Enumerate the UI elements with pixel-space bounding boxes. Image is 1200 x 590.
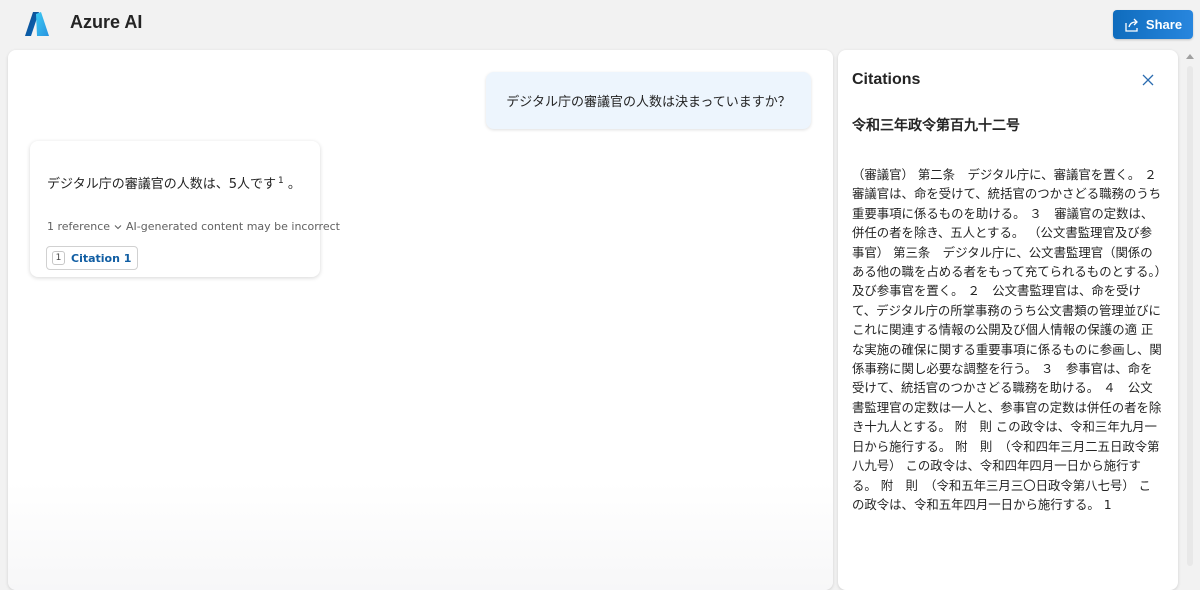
share-button[interactable]: Share <box>1113 10 1193 39</box>
user-message-text: デジタル庁の審議官の人数は決まっていますか？ <box>506 95 791 110</box>
share-icon <box>1125 18 1138 32</box>
scrollbar[interactable] <box>1184 50 1196 582</box>
reference-count[interactable]: 1 reference <box>47 220 110 233</box>
citation-number: 1 <box>52 251 65 265</box>
citation-button[interactable]: 1 Citation 1 <box>46 246 139 270</box>
ai-disclaimer: AI-generated content may be incorrect <box>126 220 340 233</box>
answer-body: デジタル庁の審議官の人数は、5人です <box>47 177 277 192</box>
citation-marker[interactable]: 1 <box>278 176 284 186</box>
citation-label: Citation 1 <box>71 251 132 265</box>
document-title: 令和三年政令第百九十二号 <box>852 118 1020 134</box>
answer-card: デジタル庁の審議官の人数は、5人です 1 。 1 reference AI-gen… <box>30 141 340 277</box>
chat-panel: デジタル庁の審議官の人数は決まっていますか？ デジタル庁の審議官の人数は、5人で… <box>8 50 833 590</box>
answer-trailing: 。 <box>287 177 301 192</box>
app-title: Azure AI <box>70 12 143 32</box>
azure-logo-icon[interactable] <box>24 11 50 37</box>
chevron-down-icon[interactable] <box>113 222 123 232</box>
share-label: Share <box>1145 17 1183 32</box>
reference-line: 1 reference AI-generated content may be … <box>47 220 340 233</box>
citations-title: Citations <box>852 71 921 88</box>
user-message: デジタル庁の審議官の人数は決まっていますか？ <box>486 72 811 129</box>
scroll-up-arrow-icon[interactable] <box>1186 54 1194 59</box>
document-body: （審議官） 第二条 デジタル庁に、審議官を置く。 ２ 審議官は、命を受けて、統括… <box>852 167 1170 512</box>
scrollbar-thumb[interactable] <box>1187 66 1193 566</box>
close-icon[interactable] <box>1141 73 1155 87</box>
top-bar: Azure AI Share <box>0 0 1200 50</box>
citations-panel: Citations 令和三年政令第百九十二号 （審議官） 第二条 デジタル庁に、… <box>838 50 1178 590</box>
answer-text: デジタル庁の審議官の人数は、5人です 1 。 <box>47 173 301 192</box>
